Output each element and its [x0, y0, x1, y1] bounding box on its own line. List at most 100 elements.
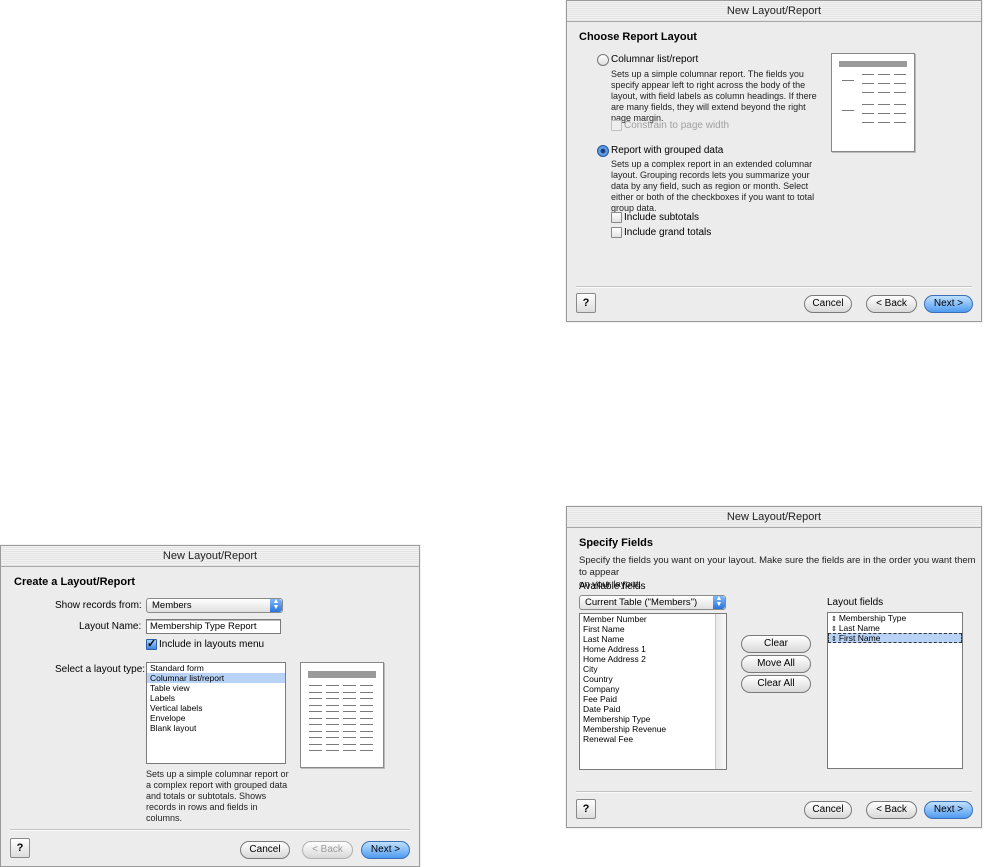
list-item[interactable]: Vertical labels: [147, 703, 285, 713]
columnar-description: Sets up a simple columnar report. The fi…: [611, 69, 817, 124]
list-item[interactable]: Date Paid: [580, 704, 726, 714]
show-records-label: Show records from:: [55, 600, 142, 611]
clear-all-button[interactable]: Clear All: [741, 675, 811, 693]
preview-line: [343, 743, 356, 745]
include-menu-checkbox[interactable]: [146, 637, 157, 650]
list-item[interactable]: Fee Paid: [580, 694, 726, 704]
next-button[interactable]: Next >: [361, 841, 410, 859]
preview-line: [360, 743, 373, 745]
drag-handle-icon[interactable]: ⇕: [831, 626, 839, 633]
list-item[interactable]: Membership Type: [580, 714, 726, 724]
window-title: New Layout/Report: [1, 546, 419, 567]
list-item[interactable]: Renewal Fee: [580, 734, 726, 744]
dialog-heading: Specify Fields: [579, 537, 653, 549]
drag-handle-icon[interactable]: ⇕: [831, 616, 839, 623]
footer-separator: [576, 286, 972, 288]
available-scrollbar[interactable]: [715, 614, 726, 769]
list-item[interactable]: Country: [580, 674, 726, 684]
back-button[interactable]: < Back: [302, 841, 353, 859]
list-item[interactable]: Home Address 2: [580, 654, 726, 664]
subtotals-checkbox[interactable]: [611, 212, 622, 223]
grand-totals-checkbox[interactable]: [611, 227, 622, 238]
list-item[interactable]: Home Address 1: [580, 644, 726, 654]
list-item[interactable]: Blank layout: [147, 723, 285, 733]
desc-line: layout, with field labels as column head…: [611, 91, 817, 101]
layout-field-label: First Name: [838, 633, 881, 643]
preview-line: [862, 83, 874, 84]
help-button[interactable]: ?: [576, 293, 596, 313]
preview-line: [309, 750, 322, 751]
intro-line: Specify the fields you want on your layo…: [579, 555, 976, 578]
preview-line: [343, 750, 356, 751]
help-button[interactable]: ?: [10, 838, 30, 858]
show-records-value: Members: [152, 600, 192, 611]
list-item[interactable]: First Name: [580, 624, 726, 634]
preview-line: [862, 122, 874, 123]
drag-handle-icon[interactable]: ⇕: [831, 636, 839, 643]
cancel-button[interactable]: Cancel: [804, 801, 852, 819]
preview-line: [862, 104, 874, 105]
grouped-description: Sets up a complex report in an extended …: [611, 159, 814, 214]
cancel-button[interactable]: Cancel: [240, 841, 290, 859]
preview-line: [878, 92, 890, 93]
grouped-radio[interactable]: [597, 145, 609, 157]
layout-field-item[interactable]: ⇕ Membership Type: [828, 613, 962, 623]
preview-line: [326, 717, 339, 719]
layout-fields-label: Layout fields: [827, 597, 884, 608]
list-item[interactable]: Envelope: [147, 713, 285, 723]
show-records-popup[interactable]: Members ▲ ▼: [146, 598, 283, 613]
preview-line: [894, 92, 906, 93]
columnar-radio[interactable]: [597, 54, 609, 66]
layout-fields-list[interactable]: ⇕ Membership Type ⇕ Last Name ⇕ First Name: [827, 612, 963, 769]
back-button[interactable]: < Back: [866, 295, 917, 313]
list-item[interactable]: Last Name: [580, 634, 726, 644]
preview-line: [360, 711, 373, 712]
preview-line: [360, 750, 373, 751]
next-button[interactable]: Next >: [924, 295, 973, 313]
layout-name-label: Layout Name:: [79, 621, 142, 632]
list-item[interactable]: City: [580, 664, 726, 674]
preview-line: [343, 737, 356, 738]
layout-field-item[interactable]: ⇕ Last Name: [828, 623, 962, 633]
next-button[interactable]: Next >: [924, 801, 973, 819]
layout-name-field[interactable]: Membership Type Report: [146, 619, 281, 634]
move-all-button[interactable]: Move All: [741, 655, 811, 673]
list-item[interactable]: Member Number: [580, 614, 726, 624]
help-button[interactable]: ?: [576, 799, 596, 819]
desc-line: and totals or subtotals. Shows: [146, 791, 267, 801]
list-item[interactable]: Company: [580, 684, 726, 694]
layout-preview: [300, 662, 384, 768]
table-popup[interactable]: Current Table ("Members") ▲ ▼: [579, 595, 726, 610]
list-item[interactable]: Table view: [147, 683, 285, 693]
available-fields-items: Member Number First Name Last Name Home Add…: [580, 614, 726, 744]
constrain-checkbox[interactable]: [611, 120, 622, 131]
list-item[interactable]: Membership Revenue: [580, 724, 726, 734]
layout-type-list[interactable]: Standard form Columnar list/report Table v…: [146, 662, 286, 764]
preview-line: [862, 113, 874, 114]
desc-line: Sets up a complex report in an extended …: [611, 159, 813, 169]
preview-line: [878, 74, 890, 75]
back-button[interactable]: < Back: [866, 801, 917, 819]
preview-line: [878, 122, 890, 123]
desc-line: a complex report with grouped data: [146, 780, 288, 790]
desc-line: either or both of the checkboxes if you …: [611, 192, 815, 202]
preview-line: [894, 113, 906, 114]
list-item[interactable]: Standard form: [147, 663, 285, 673]
dialog-heading: Create a Layout/Report: [14, 576, 136, 588]
preview-line: [326, 724, 339, 725]
constrain-label: Constrain to page width: [624, 120, 730, 131]
cancel-button[interactable]: Cancel: [804, 295, 852, 313]
preview-line: [309, 685, 322, 686]
list-item[interactable]: Columnar list/report: [147, 673, 285, 683]
columnar-label: Columnar list/report: [611, 54, 699, 65]
available-fields-list[interactable]: Member Number First Name Last Name Home Add…: [579, 613, 727, 770]
preview-line: [309, 724, 322, 725]
layout-type-label: Select a layout type:: [55, 664, 146, 675]
preview-line: [360, 737, 373, 738]
include-menu-label: Include in layouts menu: [159, 639, 265, 650]
layout-field-item[interactable]: ⇕ First Name: [828, 633, 962, 643]
list-item[interactable]: Labels: [147, 693, 285, 703]
preview-line: [309, 704, 322, 706]
preview-line: [343, 704, 356, 706]
clear-button[interactable]: Clear: [741, 635, 811, 653]
